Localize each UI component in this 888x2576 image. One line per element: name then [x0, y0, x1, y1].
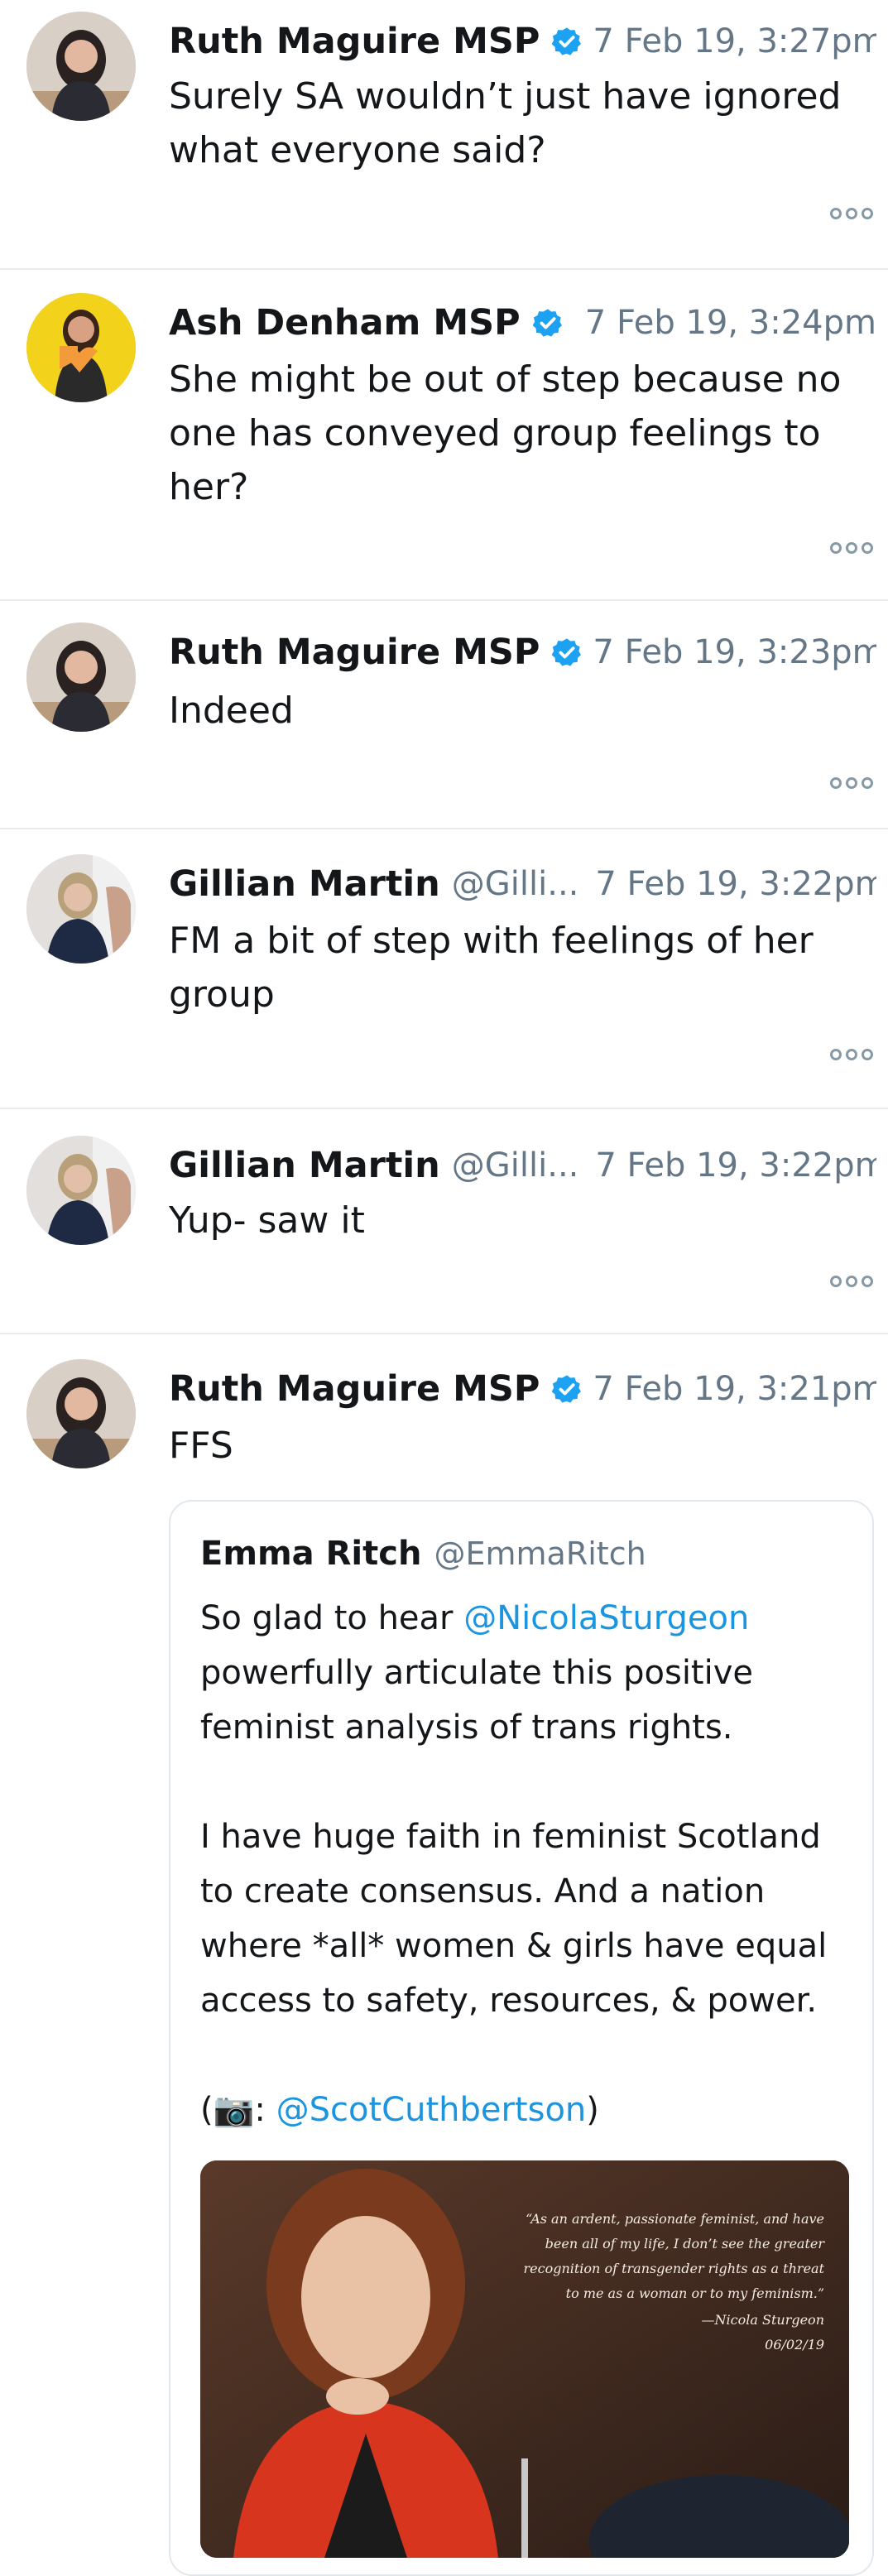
mention-link[interactable]: @ScotCuthbertson — [276, 2091, 587, 2129]
quoted-paragraph: I have huge faith in feminist Scotland t… — [200, 1818, 828, 2020]
avatar[interactable] — [26, 622, 136, 732]
display-name[interactable]: Ash Denham MSP — [169, 302, 521, 344]
tweet-timestamp[interactable]: 7 Feb 19, 3:21pm — [593, 1370, 876, 1408]
more-options-icon[interactable] — [823, 776, 873, 790]
tweet-timestamp[interactable]: 7 Feb 19, 3:22pm — [595, 1146, 876, 1185]
avatar[interactable] — [26, 293, 136, 402]
tweet-timestamp[interactable]: 7 Feb 19, 3:23pm — [593, 633, 876, 671]
tweet-text: She might be out of step because no one … — [169, 358, 842, 508]
tweet-timestamp[interactable]: 7 Feb 19, 3:24pm — [585, 304, 876, 342]
quoted-tweet[interactable]: Emma Ritch @EmmaRitch So glad to hear @N… — [169, 1500, 874, 2576]
tweet[interactable]: Ruth Maguire MSP 7 Feb 19, 3:27pm Surely… — [0, 0, 888, 270]
quoted-tweet-text: So glad to hear @NicolaSturgeon powerful… — [200, 1591, 854, 2137]
verified-badge-icon — [551, 26, 583, 57]
quoted-username-handle[interactable]: @EmmaRitch — [434, 1536, 646, 1572]
verified-badge-icon — [532, 307, 564, 339]
tweet-text: FM a bit of step with feelings of her gr… — [169, 920, 814, 1016]
image-quote: “As an ardent, passionate feminist, and … — [523, 2211, 825, 2301]
more-options-icon[interactable] — [823, 541, 873, 555]
tweet[interactable]: Ruth Maguire MSP 7 Feb 19, 3:23pm Indeed — [0, 601, 888, 829]
credit-separator: : — [254, 2091, 276, 2129]
camera-emoji: 📷 — [213, 2091, 255, 2129]
display-name[interactable]: Ruth Maguire MSP — [169, 1368, 540, 1410]
quoted-tweet-image[interactable]: “As an ardent, passionate feminist, and … — [200, 2160, 849, 2558]
display-name[interactable]: Ruth Maguire MSP — [169, 632, 540, 673]
tweet-text: Indeed — [169, 690, 294, 732]
avatar[interactable] — [26, 12, 136, 121]
username-handle[interactable]: @Gilli... — [452, 1146, 579, 1185]
avatar[interactable] — [26, 1359, 136, 1468]
tweet-text: Surely SA wouldn’t just have ignored wha… — [169, 75, 842, 171]
tweet[interactable]: Gillian Martin @Gilli... 7 Feb 19, 3:22p… — [0, 829, 888, 1109]
image-date: 06/02/19 — [765, 2337, 824, 2353]
avatar[interactable] — [26, 1136, 136, 1245]
display-name[interactable]: Gillian Martin — [169, 1145, 440, 1186]
avatar[interactable] — [26, 854, 136, 964]
tweet-timestamp[interactable]: 7 Feb 19, 3:27pm — [593, 22, 876, 60]
tweet[interactable]: Ash Denham MSP 7 Feb 19, 3:24pm She migh… — [0, 270, 888, 601]
tweet[interactable]: Ruth Maguire MSP 7 Feb 19, 3:21pm FFS Em… — [0, 1334, 888, 2576]
tweet-timestamp[interactable]: 7 Feb 19, 3:22pm — [595, 865, 876, 903]
quoted-text-segment: powerfully articulate this positive femi… — [200, 1654, 754, 1747]
credit-open: ( — [200, 2091, 214, 2129]
mention-link[interactable]: @NicolaSturgeon — [463, 1599, 749, 1637]
credit-close: ) — [586, 2091, 599, 2129]
verified-badge-icon — [551, 1373, 583, 1405]
tweet-text: Yup- saw it — [169, 1199, 365, 1242]
more-options-icon[interactable] — [823, 207, 873, 220]
conversation-feed: Ruth Maguire MSP 7 Feb 19, 3:27pm Surely… — [0, 0, 888, 2576]
quoted-display-name[interactable]: Emma Ritch — [200, 1535, 421, 1573]
image-quote-text: “As an ardent, passionate feminist, and … — [510, 2207, 825, 2357]
tweet-text: FFS — [169, 1425, 233, 1467]
more-options-icon[interactable] — [823, 1275, 873, 1288]
quoted-text-segment: So glad to hear — [200, 1599, 464, 1637]
verified-badge-icon — [551, 637, 583, 668]
display-name[interactable]: Gillian Martin — [169, 863, 440, 905]
display-name[interactable]: Ruth Maguire MSP — [169, 21, 540, 62]
image-signature: —Nicola Sturgeon — [701, 2312, 824, 2328]
username-handle[interactable]: @Gilli... — [452, 865, 579, 903]
more-options-icon[interactable] — [823, 1048, 873, 1061]
tweet[interactable]: Gillian Martin @Gilli... 7 Feb 19, 3:22p… — [0, 1109, 888, 1334]
